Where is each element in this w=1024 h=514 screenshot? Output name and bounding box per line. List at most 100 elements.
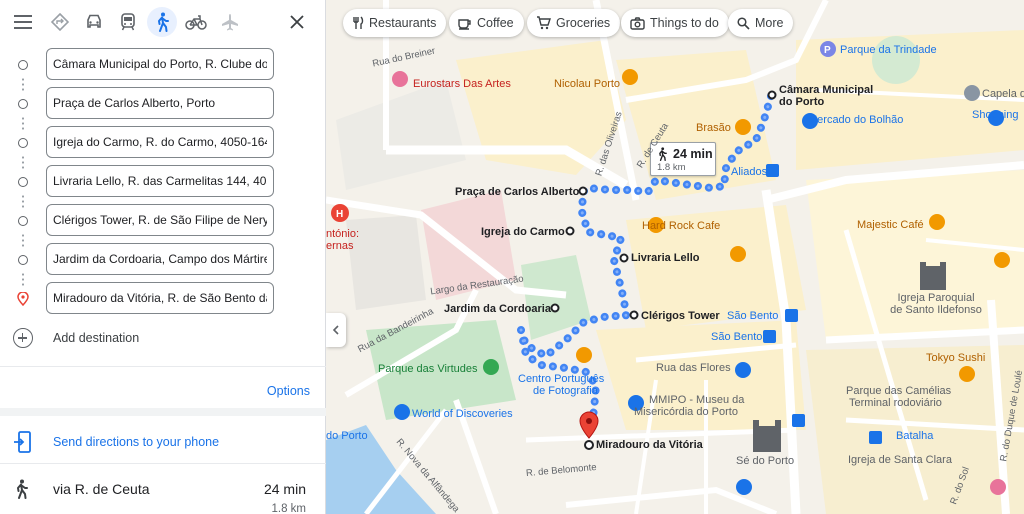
chip-label: Coffee	[477, 16, 514, 30]
menu-icon[interactable]	[8, 7, 38, 37]
route-option[interactable]: via R. de Ceuta 24 min 1.8 km	[0, 470, 326, 514]
stop-row: Praça de Carlos Alberto, Porto	[0, 87, 326, 121]
stop-text: Câmara Municipal do Porto, R. Clube dos …	[53, 57, 267, 71]
waypoint-label[interactable]: Livraria Lello	[631, 252, 699, 264]
poi-label[interactable]: de Fotografia	[533, 385, 598, 397]
bicycle-icon[interactable]	[181, 7, 211, 37]
waypoint-label[interactable]: do Porto	[779, 96, 824, 108]
poi-label[interactable]: Misericórdia do Porto	[634, 406, 738, 418]
poi-label[interactable]: World of Discoveries	[412, 408, 513, 420]
poi-label[interactable]: do Porto	[326, 430, 368, 442]
groceries-chip[interactable]: Groceries	[527, 9, 621, 37]
poi-label[interactable]: ernas	[326, 240, 354, 252]
stop-text: Igreja do Carmo, R. do Carmo, 4050-164 P…	[53, 135, 267, 149]
add-circle-icon	[13, 328, 33, 348]
map-canvas[interactable]: P H Restaurants Coffee Groceries Things …	[326, 0, 1024, 514]
collapse-panel-button[interactable]	[326, 313, 346, 347]
car-icon[interactable]	[79, 7, 109, 37]
stop-input[interactable]: Igreja do Carmo, R. do Carmo, 4050-164 P…	[46, 126, 274, 158]
poi-label[interactable]: de Santo Ildefonso	[881, 304, 991, 316]
chip-label: Things to do	[650, 16, 719, 30]
stop-marker-icon	[18, 60, 28, 70]
stop-marker-icon	[18, 138, 28, 148]
options-button[interactable]: Options	[267, 384, 310, 398]
poi-label[interactable]: Igreja Paroquial	[886, 292, 986, 304]
stop-marker-icon	[18, 99, 28, 109]
chevron-left-icon	[332, 325, 339, 335]
things-to-do-chip[interactable]: Things to do	[621, 9, 729, 37]
stop-text: Praça de Carlos Alberto, Porto	[53, 96, 216, 110]
camera-icon	[630, 16, 645, 30]
send-directions-button[interactable]: Send directions to your phone	[0, 420, 326, 464]
more-chip[interactable]: More	[728, 9, 794, 37]
poi-label[interactable]: Shopping	[972, 109, 1019, 121]
poi-label[interactable]: Centro Português	[518, 373, 604, 385]
stop-row: Clérigos Tower, R. de São Filipe de Nery…	[0, 204, 326, 238]
route-distance: 1.8 km	[271, 503, 306, 514]
walking-icon[interactable]	[147, 7, 177, 37]
poi-label[interactable]: Majestic Café	[857, 219, 924, 231]
stop-text: Clérigos Tower, R. de São Filipe de Nery…	[53, 213, 267, 227]
poi-label[interactable]: Parque das Camélias	[846, 385, 951, 397]
poi-label[interactable]: MMIPO - Museu da	[649, 394, 744, 406]
stop-row: Igreja do Carmo, R. do Carmo, 4050-164 P…	[0, 126, 326, 160]
transit-icon[interactable]	[113, 7, 143, 37]
poi-label[interactable]: Parque da Trindade	[840, 44, 937, 56]
poi-label[interactable]: Tokyo Sushi	[926, 352, 985, 364]
stop-text: Miradouro da Vitória, R. de São Bento da…	[53, 291, 267, 305]
poi-label[interactable]: Brasão	[696, 122, 731, 134]
poi-label[interactable]: Nicolau Porto	[554, 78, 620, 90]
coffee-chip[interactable]: Coffee	[449, 9, 524, 37]
poi-label[interactable]: Aliados	[731, 166, 767, 178]
stop-input[interactable]: Praça de Carlos Alberto, Porto	[46, 87, 274, 119]
section-separator	[0, 408, 326, 416]
svg-text:P: P	[824, 45, 831, 56]
poi-label[interactable]: Hard Rock Cafe	[642, 220, 720, 232]
poi-label[interactable]: Capela d	[982, 88, 1024, 100]
poi-label[interactable]: Terminal rodoviário	[849, 397, 942, 409]
stop-input[interactable]: Jardim da Cordoaria, Campo dos Mártires …	[46, 243, 274, 275]
poi-label[interactable]: São Bento	[727, 310, 778, 322]
poi-label[interactable]: Parque das Virtudes	[378, 363, 477, 375]
stop-text: Jardim da Cordoaria, Campo dos Mártires …	[53, 252, 267, 266]
poi-label[interactable]: Igreja de Santa Clara	[848, 454, 952, 466]
restaurant-icon	[353, 16, 364, 29]
stop-input[interactable]: Livraria Lello, R. das Carmelitas 144, 4…	[46, 165, 274, 197]
add-destination-label: Add destination	[53, 331, 140, 345]
stop-input[interactable]: Clérigos Tower, R. de São Filipe de Nery…	[46, 204, 274, 236]
destination-input[interactable]: Miradouro da Vitória, R. de São Bento da…	[46, 282, 274, 314]
stop-row: Câmara Municipal do Porto, R. Clube dos …	[0, 48, 326, 82]
walking-icon	[659, 147, 667, 161]
waypoint-label[interactable]: Câmara Municipal	[779, 84, 873, 96]
poi-label[interactable]: Rua das Flores	[656, 362, 731, 374]
send-to-phone-icon	[14, 431, 31, 453]
stop-text: Livraria Lello, R. das Carmelitas 144, 4…	[53, 174, 267, 188]
chip-label: More	[755, 16, 784, 30]
add-destination-button[interactable]: Add destination	[0, 322, 326, 354]
poi-label[interactable]: São Bento	[711, 331, 762, 343]
waypoint-label[interactable]: Miradouro da Vitória	[596, 439, 703, 451]
waypoint-label[interactable]: Igreja do Carmo	[481, 226, 565, 238]
route-via: via R. de Ceuta	[53, 481, 150, 497]
divider	[0, 366, 326, 367]
poi-label[interactable]: ntónio:	[326, 228, 359, 240]
svg-text:H: H	[336, 209, 343, 220]
stop-marker-icon	[18, 255, 28, 265]
stop-input[interactable]: Câmara Municipal do Porto, R. Clube dos …	[46, 48, 274, 80]
poi-label[interactable]: Mercado do Bolhão	[808, 114, 903, 126]
coffee-icon	[458, 18, 471, 30]
restaurants-chip[interactable]: Restaurants	[343, 9, 447, 37]
waypoint-label[interactable]: Praça de Carlos Alberto	[455, 186, 579, 198]
poi-label[interactable]: Eurostars Das Artes	[413, 78, 511, 90]
stop-row: Livraria Lello, R. das Carmelitas 144, 4…	[0, 165, 326, 199]
poi-label[interactable]: Sé do Porto	[736, 455, 794, 467]
send-directions-label: Send directions to your phone	[53, 435, 220, 449]
route-duration-callout[interactable]: 24 min 1.8 km	[650, 142, 716, 176]
waypoint-label[interactable]: Clérigos Tower	[641, 310, 720, 322]
best-route-icon[interactable]	[45, 7, 75, 37]
flight-icon[interactable]	[215, 7, 245, 37]
chip-label: Restaurants	[369, 16, 437, 30]
waypoint-label[interactable]: Jardim da Cordoaria	[444, 303, 551, 315]
close-icon[interactable]	[282, 7, 312, 37]
poi-label[interactable]: Batalha	[896, 430, 933, 442]
